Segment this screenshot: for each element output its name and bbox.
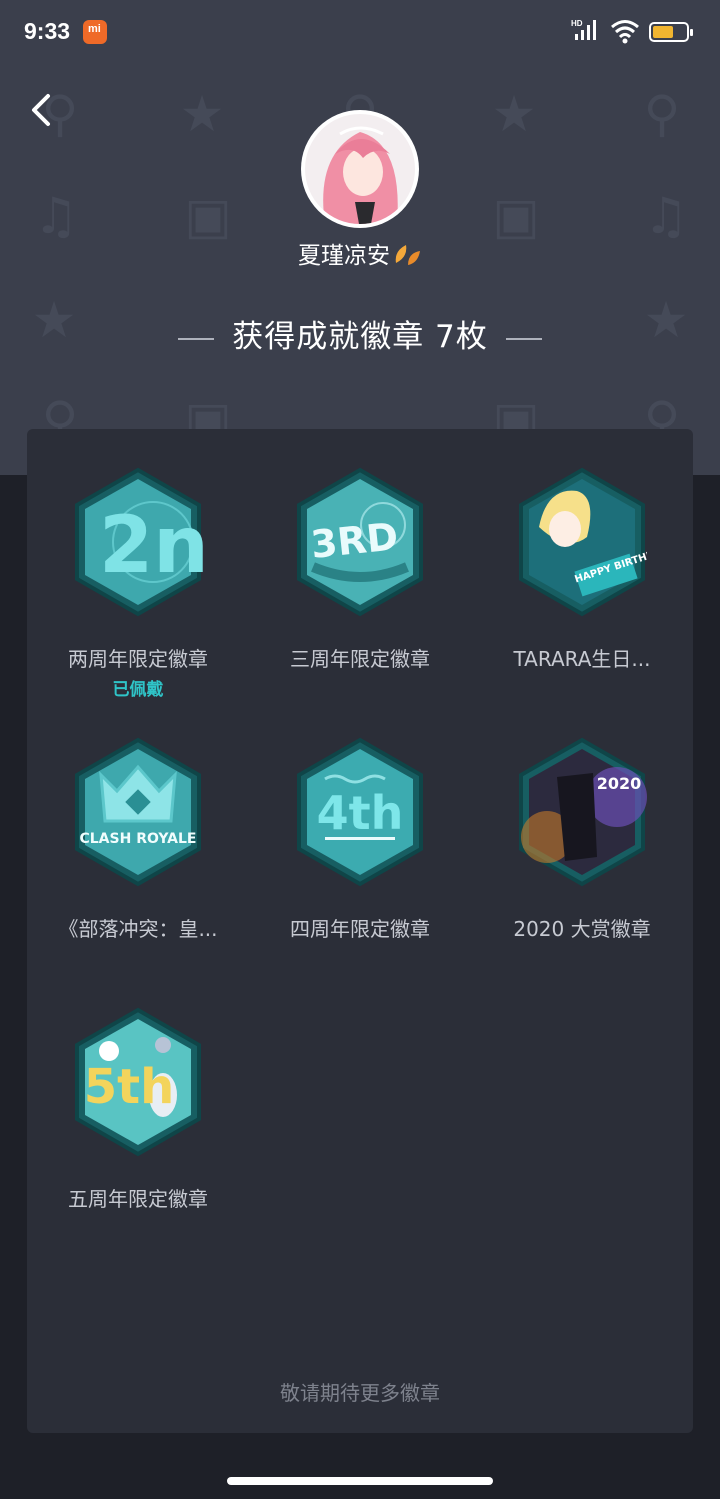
magnifier-pattern-icon: ⚲ <box>643 85 681 143</box>
badge-panel: 2nd 两周年限定徽章 已佩戴 3RD 三周年限定徽章 HAPPY BIRTHD… <box>27 429 693 1433</box>
badge-item[interactable]: 5th 五周年限定徽章 <box>27 969 249 1229</box>
title-divider-left <box>178 337 215 340</box>
badge-item[interactable]: 4th 四周年限定徽章 <box>249 699 471 959</box>
back-button[interactable] <box>22 88 62 132</box>
network-label: HD <box>571 19 583 28</box>
badge-name: 五周年限定徽章 <box>68 1187 208 1211</box>
badge-art-text: 4th <box>317 786 404 840</box>
wifi-icon <box>611 20 639 44</box>
trophy-pattern-icon: ★ <box>491 85 537 143</box>
avatar[interactable] <box>301 110 419 228</box>
3rd-anniversary-badge-icon: 3RD <box>297 467 423 617</box>
badge-name: TARARA生日... <box>513 647 651 671</box>
tarara-birthday-badge-icon: HAPPY BIRTHDAY! TARARA <box>519 467 647 617</box>
avatar-image <box>305 114 415 224</box>
badge-name: 四周年限定徽章 <box>290 917 430 941</box>
battery-icon <box>649 22 693 42</box>
home-indicator[interactable] <box>227 1477 493 1485</box>
leaf-level-icon <box>395 245 420 265</box>
badge-name: 2020 大赏徽章 <box>513 917 651 941</box>
badge-name: 三周年限定徽章 <box>290 647 430 671</box>
achievement-count-title: 获得成就徽章 7枚 <box>232 319 488 355</box>
badge-name: 《部落冲突：皇... <box>58 917 218 941</box>
more-badges-note: 敬请期待更多徽章 <box>280 1381 440 1405</box>
badge-item[interactable]: HAPPY BIRTHDAY! TARARA TARARA生日... <box>471 429 693 689</box>
5th-anniversary-badge-icon: 5th <box>75 1007 201 1157</box>
cell-signal-icon: HD <box>571 19 596 40</box>
username: 夏瑾凉安 <box>298 243 390 269</box>
mi-app-notification-icon <box>83 20 107 44</box>
status-bar: 9:33 HD <box>0 0 720 64</box>
badge-art-text: 3RD <box>309 514 400 567</box>
title-divider-right <box>505 337 542 340</box>
badge-item[interactable]: 2nd 两周年限定徽章 已佩戴 <box>27 429 249 700</box>
badge-name: 两周年限定徽章 <box>68 647 208 671</box>
badge-art-text: CLASH ROYALE <box>79 831 196 847</box>
badge-art-text: 5th <box>84 1059 175 1115</box>
badge-item[interactable]: 3RD 三周年限定徽章 <box>249 429 471 689</box>
4th-anniversary-badge-icon: 4th <box>297 737 423 887</box>
clash-royale-badge-icon: CLASH ROYALE <box>75 737 201 887</box>
badge-item[interactable]: 2020 2020 大赏徽章 <box>471 699 693 959</box>
username-row: 夏瑾凉安 <box>0 236 720 270</box>
2020-awards-badge-icon: 2020 <box>519 737 647 887</box>
trophy-pattern-icon: ★ <box>179 85 225 143</box>
2nd-anniversary-badge-icon: 2nd <box>75 467 203 617</box>
badge-art-text: 2nd <box>99 501 203 591</box>
badge-worn-status: 已佩戴 <box>112 680 164 700</box>
badge-art-text: 2020 <box>597 774 642 793</box>
achievement-title: 获得成就徽章 7枚 <box>0 311 720 356</box>
badge-item[interactable]: CLASH ROYALE 《部落冲突：皇... <box>27 699 249 959</box>
status-time: 9:33 <box>24 18 71 44</box>
